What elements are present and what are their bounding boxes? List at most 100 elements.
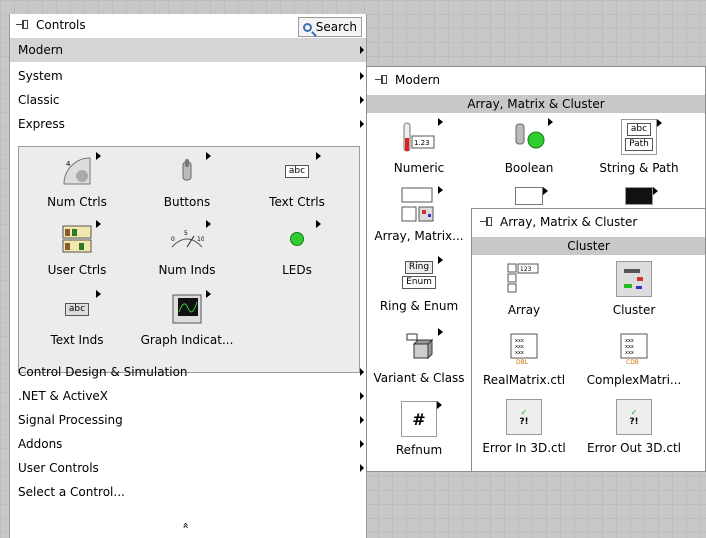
express-item-user-ctrls[interactable]: User Ctrls <box>27 220 127 277</box>
search-button[interactable]: Search <box>297 17 362 37</box>
hidden-item-icon <box>625 187 658 205</box>
express-item-label: Text Ctrls <box>269 195 325 209</box>
menu-item-dotnet-activex[interactable]: .NET & ActiveX <box>10 384 366 408</box>
pin-icon[interactable] <box>480 216 494 228</box>
menu-item-select-control[interactable]: Select a Control... <box>10 480 366 504</box>
express-item-num-ctrls[interactable]: 4 Num Ctrls <box>27 152 127 209</box>
array-item-cluster[interactable]: Cluster <box>584 261 684 317</box>
text-inds-icon: abc <box>59 290 101 327</box>
submenu-arrow-icon <box>360 440 364 448</box>
express-item-graph-indicators[interactable]: Graph Indicat... <box>137 290 237 347</box>
modern-item-label: Numeric <box>393 161 445 175</box>
modern-item-label: Variant & Class <box>373 371 465 385</box>
modern-palette-titlebar: Modern <box>367 69 705 91</box>
graph-indicators-icon <box>169 290 211 327</box>
express-item-num-inds[interactable]: 0 5 10 Num Inds <box>137 220 237 277</box>
controls-palette: Controls Search Modern System Classic Ex… <box>9 14 367 538</box>
menu-item-label: User Controls <box>18 461 99 475</box>
modern-item-string-path[interactable]: abc Path String & Path <box>589 119 689 175</box>
menu-item-system[interactable]: System <box>10 64 366 88</box>
numeric-icon: 1.23 <box>401 118 443 155</box>
express-item-leds[interactable]: LEDs <box>247 220 347 277</box>
modern-item-boolean[interactable]: Boolean <box>479 118 579 175</box>
modern-item-ring-enum[interactable]: Ring Enum Ring & Enum <box>369 256 469 313</box>
modern-item-hidden-2 <box>589 187 689 205</box>
svg-text:xxx: xxx <box>625 350 634 356</box>
abc-glyph: abc <box>284 164 310 178</box>
modern-item-label: Array, Matrix... <box>374 229 464 243</box>
leds-icon <box>279 220 321 257</box>
submenu-arrow-icon <box>360 120 364 128</box>
num-inds-icon: 0 5 10 <box>169 220 211 257</box>
array-icon: 123 <box>506 261 542 297</box>
search-icon <box>302 22 312 32</box>
modern-item-label: Ring & Enum <box>379 299 459 313</box>
submenu-arrow-icon <box>360 392 364 400</box>
menu-item-express[interactable]: Express <box>10 112 366 136</box>
pin-icon[interactable] <box>375 74 389 86</box>
svg-text:0: 0 <box>171 236 175 243</box>
svg-text:xxx: xxx <box>515 350 524 356</box>
enum-glyph: Enum <box>402 276 436 289</box>
express-item-text-inds[interactable]: abc Text Inds <box>27 290 127 347</box>
express-item-label: Text Inds <box>50 333 104 347</box>
express-item-label: User Ctrls <box>47 263 107 277</box>
user-ctrls-icon <box>59 220 101 257</box>
palette-title: Controls <box>36 18 86 32</box>
svg-text:4: 4 <box>66 160 71 168</box>
abc-glyph: abc <box>626 123 652 136</box>
array-item-label: RealMatrix.ctl <box>482 373 566 387</box>
array-item-error-in[interactable]: ✓ ?! Error In 3D.ctl <box>474 399 574 455</box>
express-item-label: Num Ctrls <box>47 195 107 209</box>
modern-item-array-matrix[interactable]: Array, Matrix... <box>369 186 469 243</box>
real-matrix-icon: xxx xxx xxx DBL <box>506 331 542 367</box>
collapse-chevron-icon[interactable]: « <box>180 520 193 532</box>
express-item-buttons[interactable]: Buttons <box>137 152 237 209</box>
menu-item-modern[interactable]: Modern <box>10 38 366 62</box>
menu-item-user-controls[interactable]: User Controls <box>10 456 366 480</box>
controls-palette-titlebar: Controls Search <box>10 14 366 37</box>
buttons-icon <box>169 152 211 189</box>
array-item-complex-matrix[interactable]: xxx xxx xxx CDB ComplexMatri... <box>584 331 684 387</box>
menu-item-control-design[interactable]: Control Design & Simulation <box>10 360 366 384</box>
ring-enum-icon: Ring Enum <box>401 256 443 293</box>
svg-text:10: 10 <box>197 236 204 243</box>
ring-glyph: Ring <box>404 261 434 274</box>
array-item-real-matrix[interactable]: xxx xxx xxx DBL RealMatrix.ctl <box>474 331 574 387</box>
hidden-item-icon <box>515 187 548 205</box>
path-glyph: Path <box>625 138 653 151</box>
palette-title: Modern <box>395 73 441 87</box>
menu-item-classic[interactable]: Classic <box>10 88 366 112</box>
error-in-icon: ✓ ?! <box>506 399 542 435</box>
menu-item-label: Select a Control... <box>18 485 125 499</box>
modern-item-refnum[interactable]: # Refnum <box>369 401 469 457</box>
cdb-glyph: CDB <box>626 359 639 366</box>
express-item-label: Num Inds <box>158 263 216 277</box>
menu-item-label: Modern <box>18 43 64 57</box>
cluster-icon <box>616 261 652 297</box>
pin-icon[interactable] <box>16 19 30 31</box>
menu-item-addons[interactable]: Addons <box>10 432 366 456</box>
array-item-label: Array <box>507 303 541 317</box>
refnum-glyph: # <box>412 409 426 429</box>
menu-item-label: .NET & ActiveX <box>18 389 109 403</box>
array-item-array[interactable]: 123 Array <box>474 261 574 317</box>
express-palette-grid: 4 Num Ctrls Buttons abc Text Ctrls User … <box>18 146 360 373</box>
modern-item-variant-class[interactable]: Variant & Class <box>369 328 469 385</box>
numeric-glyph: 1.23 <box>414 139 430 147</box>
menu-item-label: Classic <box>18 93 60 107</box>
express-item-text-ctrls[interactable]: abc Text Ctrls <box>247 152 347 209</box>
submenu-arrow-icon <box>360 46 364 54</box>
array-glyph: 123 <box>520 266 532 273</box>
search-label: Search <box>315 20 357 34</box>
error-glyph: ?! <box>519 416 529 427</box>
array-item-label: Cluster <box>612 303 656 317</box>
modern-item-label: Refnum <box>395 443 443 457</box>
array-item-error-out[interactable]: ✓ ?! Error Out 3D.ctl <box>584 399 684 455</box>
menu-item-label: Addons <box>18 437 63 451</box>
refnum-icon: # <box>401 401 442 437</box>
menu-item-signal-processing[interactable]: Signal Processing <box>10 408 366 432</box>
modern-item-numeric[interactable]: 1.23 Numeric <box>369 118 469 175</box>
category-header: Array, Matrix & Cluster <box>367 95 705 113</box>
menu-item-label: Signal Processing <box>18 413 123 427</box>
